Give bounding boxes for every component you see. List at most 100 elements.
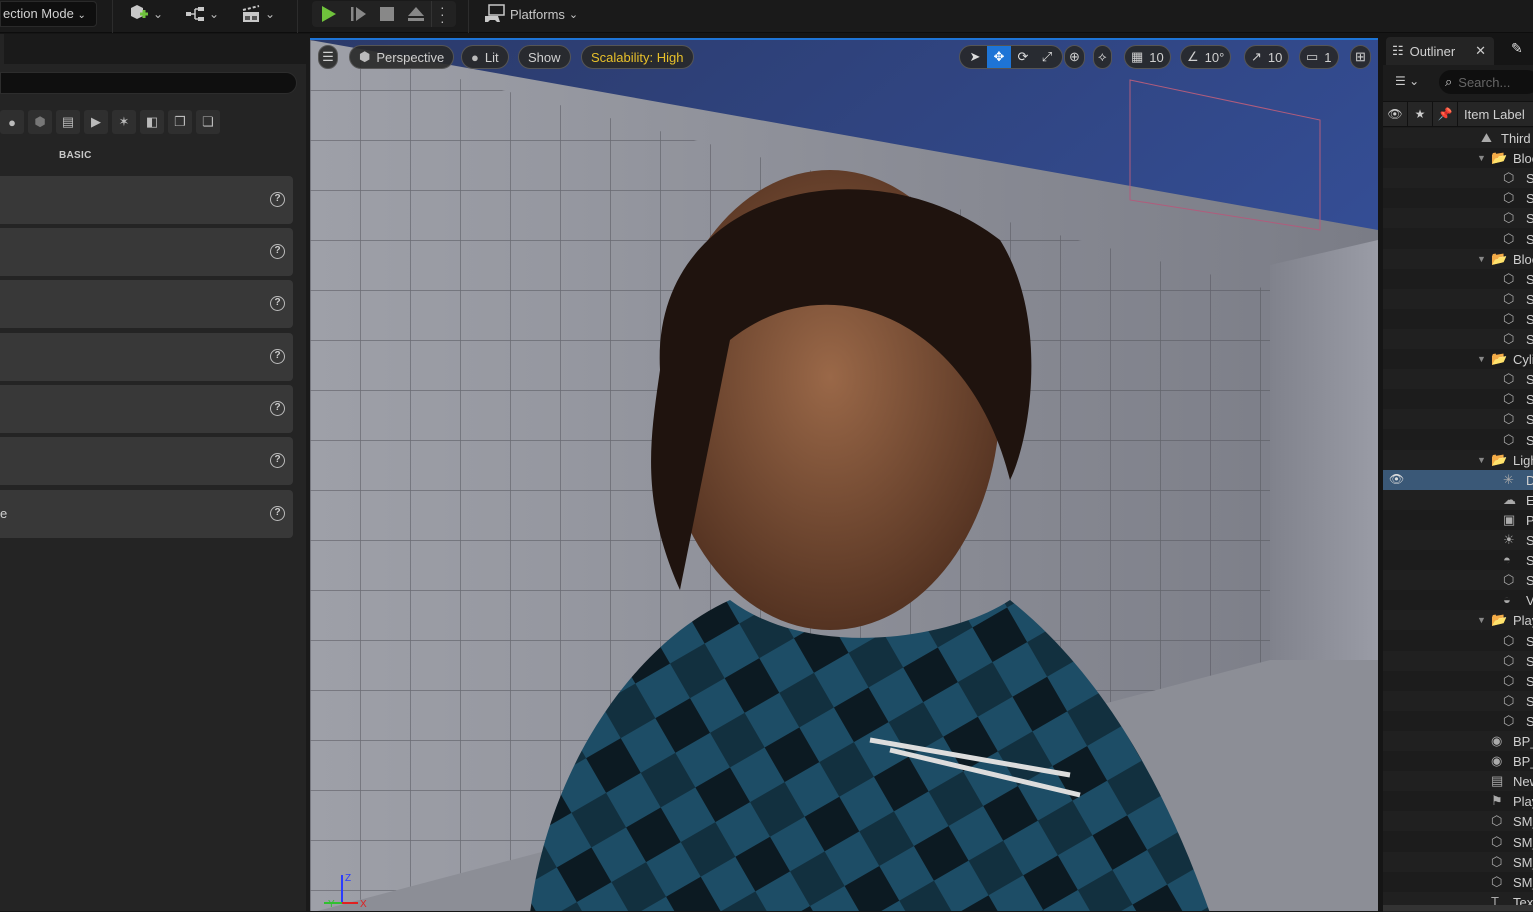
category-tab-volumes[interactable]: ❐ xyxy=(168,110,192,134)
actor-list-item[interactable]: ? xyxy=(0,228,293,276)
category-tab-cinematic[interactable]: ▤ xyxy=(56,110,80,134)
play-icon[interactable] xyxy=(319,5,339,23)
outliner-folder-row[interactable]: ▼ 📂 Bloc xyxy=(1383,148,1533,168)
select-tool-icon[interactable]: ➤ xyxy=(963,46,987,68)
show-dropdown[interactable]: Show xyxy=(518,45,571,69)
selection-mode-dropdown[interactable]: ection Mode ⌄ xyxy=(0,1,97,27)
expand-arrow-icon[interactable]: ▼ xyxy=(1477,354,1486,364)
grid-snap-button[interactable]: ▦ 10 xyxy=(1124,45,1171,69)
expand-arrow-icon[interactable]: ▼ xyxy=(1477,615,1486,625)
scalability-dropdown[interactable]: Scalability: High xyxy=(581,45,694,69)
outliner-item-row[interactable]: ▣ P xyxy=(1383,510,1533,530)
filter-dropdown[interactable]: ☰ ⌄ xyxy=(1395,74,1419,88)
outliner-item-row[interactable]: ⬡ SM_ xyxy=(1383,872,1533,892)
outliner-item-row[interactable]: ⬡ SM_ xyxy=(1383,851,1533,872)
outliner-item-row[interactable]: ◓ S xyxy=(1383,550,1533,570)
pin-column-icon[interactable]: 📌 xyxy=(1433,101,1458,127)
outliner-item-row[interactable]: ☀ S xyxy=(1383,530,1533,550)
outliner-item-row[interactable]: ⬡ S xyxy=(1383,570,1533,591)
help-icon[interactable]: ? xyxy=(270,244,285,259)
outliner-item-row[interactable]: ⬡ S xyxy=(1383,309,1533,329)
category-tab-geometry[interactable]: ◧ xyxy=(140,110,164,134)
scale-tool-icon[interactable]: ⤢ xyxy=(1035,46,1059,68)
actor-list-item[interactable]: e? xyxy=(0,490,293,538)
category-tab-shapes[interactable]: ⬢ xyxy=(28,110,52,134)
actor-list-item[interactable]: ? xyxy=(0,176,293,224)
outliner-item-row[interactable]: ⬡ SM_ xyxy=(1383,811,1533,832)
outliner-item-row[interactable]: ⬡ S xyxy=(1383,389,1533,409)
outliner-search-input[interactable]: ⌕ Search... xyxy=(1439,70,1533,94)
actor-list-item[interactable]: ? xyxy=(0,333,293,381)
level-viewport[interactable]: ☰ ⬢ Perspective ● Lit Show Scalability: … xyxy=(310,38,1378,911)
place-actors-search-input[interactable] xyxy=(0,72,297,94)
outliner-item-row[interactable]: ▤ New xyxy=(1383,771,1533,792)
help-icon[interactable]: ? xyxy=(270,401,285,416)
outliner-item-row[interactable]: ⬡ S xyxy=(1383,369,1533,390)
rotate-tool-icon[interactable]: ⟳ xyxy=(1011,46,1035,68)
help-icon[interactable]: ? xyxy=(270,506,285,521)
translate-tool-icon[interactable]: ✥ xyxy=(987,46,1011,68)
visibility-eye-icon[interactable]: 👁 xyxy=(1389,472,1404,486)
expand-arrow-icon[interactable]: ▼ xyxy=(1477,254,1486,264)
blueprints-button[interactable]: ⌄ xyxy=(185,4,219,24)
advance-frame-icon[interactable] xyxy=(350,5,368,23)
platforms-dropdown[interactable]: Platforms ⌄ xyxy=(484,4,578,24)
outliner-item-row[interactable]: ⬡ S xyxy=(1383,409,1533,430)
outliner-item-row[interactable]: ⬡ S xyxy=(1383,329,1533,349)
expand-arrow-icon[interactable]: ▼ xyxy=(1477,153,1486,163)
outliner-tab[interactable]: ☷ Outliner ✕ xyxy=(1386,37,1494,65)
outliner-item-row[interactable]: ⬡ S xyxy=(1383,650,1533,671)
expand-arrow-icon[interactable]: ▼ xyxy=(1477,455,1486,465)
category-tab-visual-effects[interactable]: ▶ xyxy=(84,110,108,134)
outliner-item-row[interactable]: ⬡ S xyxy=(1383,711,1533,731)
details-tab-icon[interactable]: ✎ xyxy=(1511,40,1523,57)
rotation-snap-button[interactable]: ∠ 10° xyxy=(1180,45,1232,69)
viewport-layout-button[interactable]: ⊞ xyxy=(1350,45,1371,69)
outliner-item-row[interactable]: ⬡ S xyxy=(1383,208,1533,229)
visibility-column-eye-icon[interactable]: 👁 xyxy=(1383,101,1408,127)
outliner-item-row[interactable]: ⬡ S xyxy=(1383,631,1533,651)
coordinate-system-button[interactable]: ⊕ xyxy=(1064,45,1085,69)
outliner-folder-row[interactable]: ▼ 📂 Play xyxy=(1383,610,1533,631)
help-icon[interactable]: ? xyxy=(270,349,285,364)
outliner-folder-row[interactable]: ▼ 📂 Bloc xyxy=(1383,248,1533,269)
help-icon[interactable]: ? xyxy=(270,453,285,468)
outliner-item-row[interactable]: 👁 ✳ D xyxy=(1383,469,1533,490)
outliner-item-row[interactable]: ☁ E xyxy=(1383,489,1533,510)
actor-list-item[interactable]: ? xyxy=(0,280,293,328)
stop-icon[interactable] xyxy=(379,6,395,22)
outliner-item-row[interactable]: ⛰ Third xyxy=(1383,128,1533,148)
outliner-item-row[interactable]: ⬡ S xyxy=(1383,168,1533,189)
actor-list-item[interactable]: ? xyxy=(0,385,293,433)
outliner-item-row[interactable]: ⬡ S xyxy=(1383,671,1533,691)
outliner-item-row[interactable]: ⬡ S xyxy=(1383,188,1533,208)
horizontal-scrollbar[interactable] xyxy=(1383,905,1533,911)
category-tab-lights[interactable]: ● xyxy=(0,110,24,134)
outliner-item-row[interactable]: ⬡ S xyxy=(1383,430,1533,450)
outliner-folder-row[interactable]: ▼ 📂 Ligh xyxy=(1383,449,1533,470)
outliner-item-row[interactable]: ⬡ S xyxy=(1383,690,1533,711)
surface-snapping-button[interactable]: ⟡ xyxy=(1093,45,1112,69)
outliner-item-row[interactable]: ⬡ S xyxy=(1383,269,1533,289)
add-content-button[interactable]: ⌄ xyxy=(129,4,163,24)
perspective-dropdown[interactable]: ⬢ Perspective xyxy=(349,45,455,69)
favorite-column-star-icon[interactable]: ★ xyxy=(1408,101,1433,127)
close-icon[interactable]: ✕ xyxy=(1475,43,1486,59)
category-tab-all-classes[interactable]: ❏ xyxy=(196,110,220,134)
outliner-item-row[interactable]: ◒ V xyxy=(1383,590,1533,610)
item-label-column[interactable]: Item Label xyxy=(1458,107,1525,122)
outliner-folder-row[interactable]: ▼ 📂 Cyli xyxy=(1383,349,1533,369)
outliner-item-row[interactable]: ⬡ S xyxy=(1383,288,1533,309)
lit-dropdown[interactable]: ● Lit xyxy=(461,45,509,69)
outliner-item-row[interactable]: ⚑ Play xyxy=(1383,791,1533,811)
outliner-item-row[interactable]: ⬡ SM_ xyxy=(1383,832,1533,852)
camera-speed-button[interactable]: ▭ 1 xyxy=(1299,45,1339,69)
actor-list-item[interactable]: ? xyxy=(0,437,293,485)
scale-snap-button[interactable]: ↗ 10 xyxy=(1244,45,1290,69)
panel-tab[interactable] xyxy=(0,34,4,64)
cinematics-button[interactable]: ⌄ xyxy=(241,4,275,24)
help-icon[interactable]: ? xyxy=(270,296,285,311)
help-icon[interactable]: ? xyxy=(270,192,285,207)
viewport-menu-button[interactable]: ☰ xyxy=(318,45,338,69)
outliner-item-row[interactable]: ⬡ S xyxy=(1383,229,1533,249)
